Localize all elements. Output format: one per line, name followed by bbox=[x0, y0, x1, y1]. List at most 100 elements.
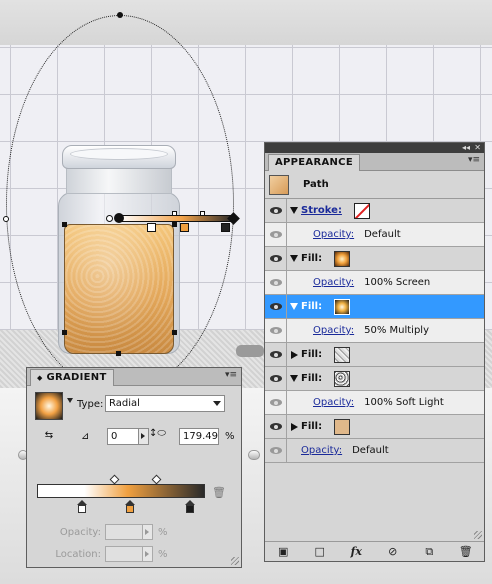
appearance-row-opacity[interactable]: Opacity: 50% Multiply bbox=[265, 319, 484, 343]
fill-swatch[interactable] bbox=[334, 298, 351, 315]
expand-triangle-icon[interactable] bbox=[290, 375, 298, 382]
fill-swatch[interactable] bbox=[334, 370, 351, 387]
panel-menu-icon[interactable]: ▾≡ bbox=[468, 155, 480, 165]
close-icon[interactable]: ✕ bbox=[474, 143, 481, 153]
stop-opacity-stepper-icon bbox=[143, 524, 153, 540]
angle-stepper-icon[interactable] bbox=[139, 428, 149, 445]
gradient-stop-orange[interactable] bbox=[125, 500, 135, 514]
visibility-toggle[interactable] bbox=[265, 439, 287, 462]
appearance-row-fill[interactable]: Fill: bbox=[265, 343, 484, 367]
fill-label: Fill: bbox=[301, 253, 323, 264]
annotator-midpoint[interactable] bbox=[200, 211, 205, 216]
opacity-link[interactable]: Opacity: bbox=[313, 229, 354, 240]
new-art-icon[interactable]: ▣ bbox=[275, 545, 291, 558]
gradient-midpoint-diamond[interactable] bbox=[151, 474, 162, 485]
fill-swatch[interactable] bbox=[334, 418, 351, 435]
fill-label: Fill: bbox=[301, 373, 323, 384]
opacity-link[interactable]: Opacity: bbox=[301, 445, 342, 456]
resize-grip[interactable] bbox=[474, 531, 482, 539]
aspect-ratio-icon: ↕⬭ bbox=[149, 428, 166, 439]
appearance-row-stroke[interactable]: Stroke: bbox=[265, 199, 484, 223]
appearance-row-opacity[interactable]: Opacity: Default bbox=[265, 223, 484, 247]
appearance-row-fill[interactable]: Fill: bbox=[265, 367, 484, 391]
visibility-toggle[interactable] bbox=[265, 223, 287, 246]
appearance-row-fill[interactable]: Fill: bbox=[265, 415, 484, 439]
appearance-row-object-opacity[interactable]: Opacity: Default bbox=[265, 439, 484, 463]
fill-swatch[interactable] bbox=[334, 346, 351, 363]
fx-icon[interactable]: fx bbox=[348, 545, 364, 558]
eye-icon bbox=[269, 423, 282, 430]
opacity-link[interactable]: Opacity: bbox=[313, 325, 354, 336]
stop-location-stepper-icon bbox=[143, 546, 153, 562]
appearance-row-opacity[interactable]: Opacity: 100% Soft Light bbox=[265, 391, 484, 415]
visibility-toggle[interactable] bbox=[265, 391, 287, 414]
object-type: Path bbox=[303, 179, 329, 190]
expand-triangle-icon[interactable] bbox=[290, 255, 298, 262]
duplicate-icon[interactable]: ⧉ bbox=[421, 545, 437, 559]
appearance-footer: ▣ □ fx ⊘ ⧉ 🗑 bbox=[265, 541, 484, 561]
visibility-toggle[interactable] bbox=[265, 415, 287, 438]
eye-icon bbox=[269, 231, 282, 238]
collapse-icon[interactable]: ◂◂ bbox=[462, 143, 470, 153]
fill-swatch[interactable] bbox=[334, 250, 351, 267]
opacity-link[interactable]: Opacity: bbox=[313, 397, 354, 408]
aspect-ratio-input[interactable]: 179.49 bbox=[179, 428, 219, 445]
tab-appearance[interactable]: APPEARANCE bbox=[268, 154, 360, 171]
aspect-unit: % bbox=[225, 431, 235, 442]
visibility-toggle[interactable] bbox=[265, 199, 287, 222]
appearance-row-fill[interactable]: Fill: bbox=[265, 247, 484, 271]
visibility-toggle[interactable] bbox=[265, 319, 287, 342]
gradient-midpoint-diamond[interactable] bbox=[109, 474, 120, 485]
location-unit: % bbox=[158, 549, 168, 560]
appearance-row-fill-selected[interactable]: Fill: bbox=[265, 295, 484, 319]
annotator-stop-orange[interactable] bbox=[180, 223, 189, 232]
expand-triangle-icon[interactable] bbox=[290, 207, 298, 214]
stroke-label[interactable]: Stroke: bbox=[301, 205, 342, 216]
visibility-toggle[interactable] bbox=[265, 271, 287, 294]
annotator-midpoint[interactable] bbox=[172, 211, 177, 216]
gradient-slider[interactable] bbox=[37, 484, 205, 498]
appearance-row-opacity[interactable]: Opacity: 100% Screen bbox=[265, 271, 484, 295]
gradient-origin-handle[interactable] bbox=[106, 215, 113, 222]
eye-icon bbox=[269, 447, 282, 454]
ellipse-handle[interactable] bbox=[117, 12, 123, 18]
tab-gradient-label: GRADIENT bbox=[46, 372, 107, 383]
chevron-down-icon bbox=[213, 401, 221, 406]
gradient-annotator-bar[interactable] bbox=[119, 215, 234, 222]
annotator-stop-dark[interactable] bbox=[221, 223, 230, 232]
appearance-header: Path bbox=[265, 171, 484, 199]
stop-location-input bbox=[105, 546, 143, 562]
resize-grip[interactable] bbox=[231, 557, 239, 565]
trash-icon[interactable]: 🗑 bbox=[458, 545, 474, 558]
stroke-swatch-none[interactable] bbox=[353, 202, 370, 219]
eye-icon bbox=[269, 207, 282, 214]
gradient-ellipse[interactable] bbox=[6, 15, 234, 393]
gradient-type-select[interactable]: Radial bbox=[105, 395, 225, 412]
annotator-stop-white[interactable] bbox=[147, 223, 156, 232]
expand-triangle-icon[interactable] bbox=[290, 303, 298, 310]
opacity-link[interactable]: Opacity: bbox=[313, 277, 354, 288]
expand-triangle-icon[interactable] bbox=[291, 350, 298, 359]
panel-grip[interactable]: ◂◂ ✕ bbox=[265, 143, 484, 153]
ellipse-handle[interactable] bbox=[3, 216, 9, 222]
expand-triangle-icon[interactable] bbox=[291, 422, 298, 431]
eye-icon bbox=[269, 399, 282, 406]
panel-menu-icon[interactable]: ▾≡ bbox=[225, 370, 237, 380]
visibility-toggle[interactable] bbox=[265, 367, 287, 390]
gradient-start-handle[interactable] bbox=[114, 213, 124, 223]
gradient-stop-dark[interactable] bbox=[185, 500, 195, 514]
appearance-panel: ◂◂ ✕ APPEARANCE ▾≡ Path Stroke: Opacity:… bbox=[264, 142, 485, 562]
gradient-preset-caret-icon[interactable] bbox=[67, 398, 73, 403]
reduce-basic-icon[interactable]: ⊘ bbox=[385, 545, 401, 558]
tab-gradient[interactable]: ◆ GRADIENT bbox=[30, 369, 114, 386]
angle-input[interactable]: 0 bbox=[107, 428, 139, 445]
delete-stop-icon[interactable]: 🗑 bbox=[212, 486, 226, 499]
visibility-toggle[interactable] bbox=[265, 343, 287, 366]
visibility-toggle[interactable] bbox=[265, 295, 287, 318]
tab-arrows-icon: ◆ bbox=[37, 374, 43, 382]
clear-appearance-icon[interactable]: □ bbox=[312, 545, 328, 558]
reverse-gradient-icon[interactable]: ⇆ bbox=[41, 428, 57, 444]
gradient-stop-white[interactable] bbox=[77, 500, 87, 514]
gradient-preview[interactable] bbox=[35, 392, 63, 420]
visibility-toggle[interactable] bbox=[265, 247, 287, 270]
